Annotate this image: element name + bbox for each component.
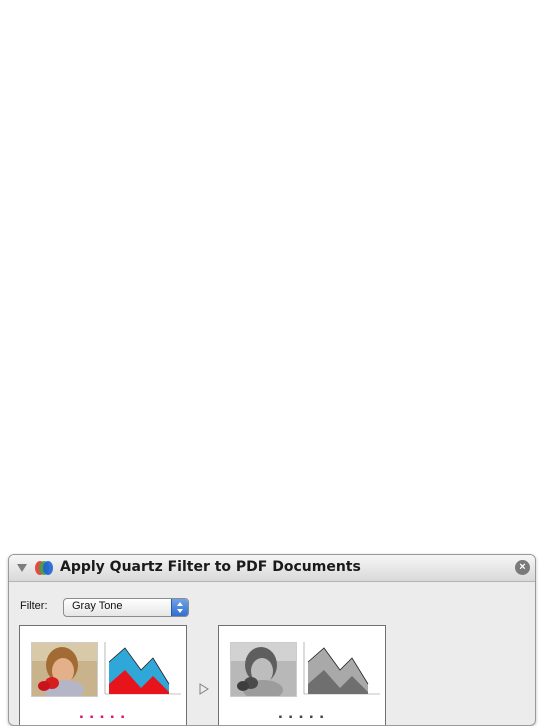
arrow-right-icon [199, 683, 209, 695]
sample-photo-gray [230, 642, 297, 697]
action-title: Apply Quartz Filter to PDF Documents [60, 559, 361, 575]
quartz-filter-icon [35, 561, 53, 575]
preview-before-text: ▪ ▪ ▪ ▪ ▪ [79, 712, 127, 723]
filter-select[interactable]: Gray Tone [63, 598, 189, 617]
close-icon[interactable]: × [515, 560, 530, 575]
sample-chart-color [104, 642, 181, 695]
preview-before: ▪ ▪ ▪ ▪ ▪ [19, 625, 187, 725]
sample-chart-gray [303, 642, 380, 695]
action-titlebar: Apply Quartz Filter to PDF Documents × [9, 555, 535, 582]
action-panel: Apply Quartz Filter to PDF Documents × F… [8, 554, 536, 726]
disclosure-triangle-down-icon[interactable] [16, 563, 28, 573]
preview-after: ▪ ▪ ▪ ▪ ▪ [218, 625, 386, 725]
preview-after-text: ▪ ▪ ▪ ▪ ▪ [278, 712, 326, 723]
filter-select-value: Gray Tone [72, 600, 123, 612]
select-arrows-icon [171, 599, 188, 616]
filter-label: Filter: [20, 600, 48, 612]
sample-photo-color [31, 642, 98, 697]
